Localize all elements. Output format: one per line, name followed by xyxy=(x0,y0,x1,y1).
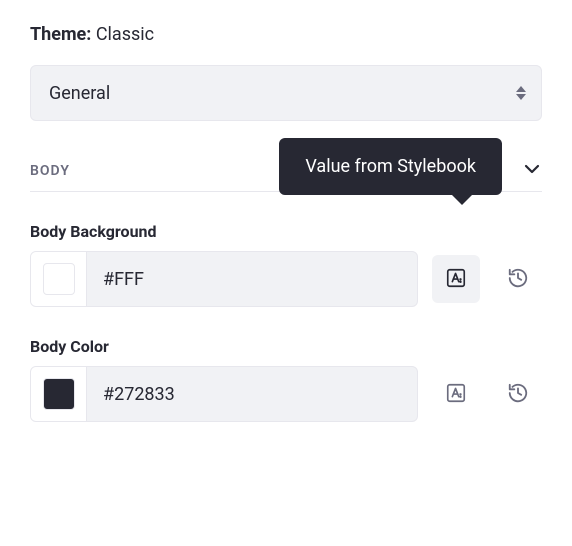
color-value-input[interactable] xyxy=(87,367,417,421)
tooltip-text: Value from Stylebook xyxy=(305,156,476,177)
field-body-background: Body Background xyxy=(30,222,542,307)
color-value-input[interactable] xyxy=(87,252,417,306)
stylebook-source-button[interactable] xyxy=(432,255,480,303)
color-swatch xyxy=(43,263,75,295)
color-swatch xyxy=(43,378,75,410)
color-swatch-button[interactable] xyxy=(31,252,87,306)
color-swatch-button[interactable] xyxy=(31,367,87,421)
section-title: BODY xyxy=(30,163,70,179)
history-button[interactable] xyxy=(494,255,542,303)
category-select[interactable]: General xyxy=(30,65,542,121)
field-label-body-color: Body Color xyxy=(30,337,542,356)
color-input-group xyxy=(30,251,418,307)
history-icon xyxy=(507,382,529,407)
chevron-down-icon xyxy=(522,159,542,183)
tooltip-stylebook: Value from Stylebook xyxy=(279,138,502,195)
theme-line: Theme: Classic xyxy=(30,24,542,45)
category-select-wrap: General xyxy=(30,65,542,121)
theme-label: Theme: xyxy=(30,24,91,45)
stylebook-icon xyxy=(445,382,467,407)
stylebook-source-button[interactable] xyxy=(432,370,480,418)
field-body-color: Body Color xyxy=(30,337,542,422)
history-button[interactable] xyxy=(494,370,542,418)
theme-value: Classic xyxy=(96,24,154,45)
history-icon xyxy=(507,267,529,292)
field-label-body-background: Body Background xyxy=(30,222,542,241)
color-input-group xyxy=(30,366,418,422)
stylebook-icon xyxy=(445,267,467,292)
